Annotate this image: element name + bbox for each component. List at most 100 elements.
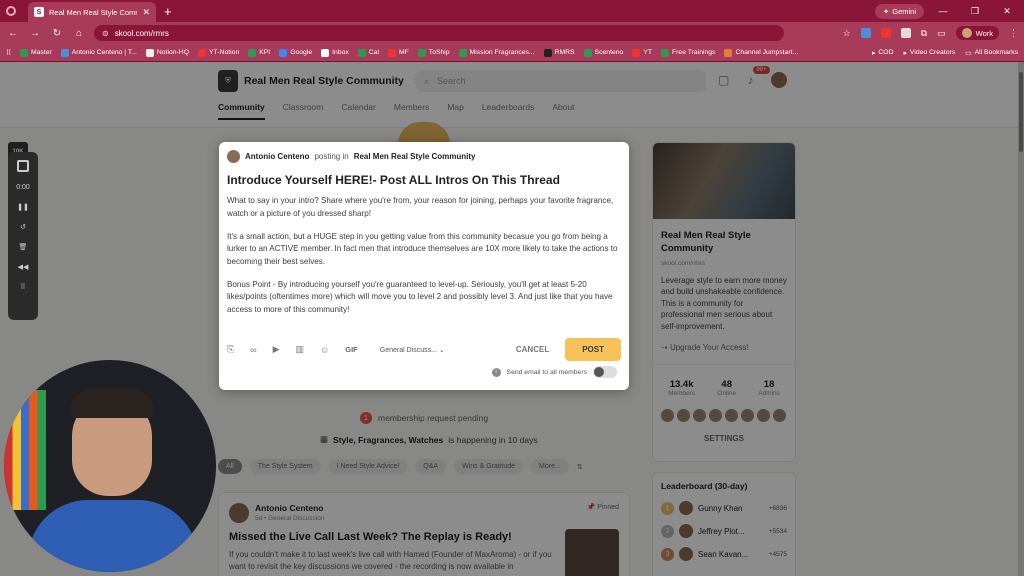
- bookmark-item[interactable]: MF: [387, 48, 409, 57]
- bookmark-favicon-icon: [198, 48, 206, 57]
- bookmark-item[interactable]: Free Trainings: [661, 48, 715, 57]
- gemini-label: Gemini: [892, 6, 916, 16]
- bookmark-favicon-icon: [543, 48, 552, 57]
- info-icon[interactable]: i: [491, 367, 501, 377]
- extension-icon[interactable]: [860, 28, 871, 38]
- link-icon[interactable]: ∞: [250, 345, 256, 355]
- avatar: [961, 28, 972, 38]
- bookmark-item[interactable]: Scenteno: [583, 48, 623, 57]
- home-icon[interactable]: ⌂: [72, 28, 86, 39]
- email-all-toggle[interactable]: [593, 366, 617, 378]
- folder-icon: ▭: [965, 49, 972, 57]
- bookmark-item[interactable]: Inbox: [321, 48, 349, 57]
- browser-tabbar: S Real Men Real Style Comm ✕ + ✦ Gemini —…: [0, 0, 1024, 22]
- skool-favicon-icon: S: [34, 7, 44, 17]
- menu-icon[interactable]: ⋮: [1009, 28, 1018, 39]
- reload-icon[interactable]: ↻: [50, 28, 64, 39]
- post-button[interactable]: POST: [565, 338, 621, 361]
- bookmark-item[interactable]: ▸ Video Creators: [904, 49, 956, 57]
- back-icon[interactable]: ←: [6, 28, 20, 39]
- minimize-icon[interactable]: —: [930, 6, 956, 16]
- bookmark-item[interactable]: ▭ All Bookmarks: [965, 49, 1018, 57]
- bookmark-item[interactable]: RMRS: [543, 48, 575, 57]
- trash-icon[interactable]: 🗑: [19, 243, 28, 251]
- poll-icon[interactable]: ▥: [296, 344, 305, 355]
- post-composer-modal: Antonio Centeno posting in Real Men Real…: [219, 142, 629, 390]
- bookmark-item[interactable]: YT-Notion: [198, 48, 240, 57]
- bookmarks-bar: ⠿ Master Antonio Centeno | T... Notion-HQ Y…: [0, 44, 1024, 62]
- extension-icon[interactable]: [900, 28, 911, 38]
- bookmark-item[interactable]: Notion-HQ: [145, 48, 189, 57]
- cancel-button[interactable]: CANCEL: [516, 345, 549, 354]
- forward-icon[interactable]: →: [28, 28, 42, 39]
- address-bar[interactable]: ⊜ skool.com/rmrs: [94, 25, 784, 41]
- sidepanel-icon[interactable]: ▭: [937, 28, 946, 39]
- bookmark-favicon-icon: [19, 48, 28, 57]
- sparkle-icon: ✦: [882, 6, 890, 16]
- presenter-shirt: [28, 500, 198, 572]
- close-icon[interactable]: ✕: [142, 7, 150, 18]
- grip-icon[interactable]: ⠿: [20, 283, 25, 291]
- bookmark-item[interactable]: YT: [632, 48, 652, 57]
- post-body-paragraph: What to say in your intro? Share where y…: [227, 196, 614, 218]
- bookmark-label: YT-Notion: [209, 49, 240, 56]
- bookmark-label: Inbox: [332, 49, 349, 56]
- rewind-icon[interactable]: ◀◀: [18, 263, 29, 271]
- youtube-icon[interactable]: ▶: [273, 344, 280, 355]
- bookmark-item[interactable]: Master: [19, 48, 52, 57]
- gif-button[interactable]: GIF: [345, 345, 358, 354]
- bookmark-favicon-icon: [387, 48, 396, 57]
- bookmark-item[interactable]: Cal: [357, 48, 379, 57]
- bookmark-item[interactable]: Channel Jumpstart...: [724, 48, 798, 57]
- gemini-button[interactable]: ✦ Gemini: [874, 3, 924, 19]
- emoji-icon[interactable]: ☺: [320, 345, 329, 355]
- post-title-input[interactable]: Introduce Yourself HERE!- Post ALL Intro…: [227, 173, 621, 187]
- bookmark-item[interactable]: Mission Fragrances...: [458, 48, 535, 57]
- stop-icon[interactable]: [17, 160, 29, 172]
- star-icon[interactable]: ☆: [843, 28, 851, 39]
- extension-icon[interactable]: [880, 28, 891, 38]
- bookmark-item[interactable]: ToShip: [417, 48, 450, 57]
- avatar: [227, 150, 240, 163]
- post-body-paragraph: It's a small action, but a HUGE step in …: [227, 231, 618, 266]
- bookmark-label: RMRS: [554, 49, 575, 56]
- site-info-icon[interactable]: ⊜: [102, 29, 109, 38]
- bookmark-label: MF: [398, 49, 409, 56]
- bookmark-item[interactable]: ▸ COD: [872, 49, 894, 57]
- bookmark-label: Notion-HQ: [156, 49, 189, 56]
- bookmark-label: All Bookmarks: [974, 49, 1018, 56]
- bookmark-favicon-icon: [583, 48, 592, 57]
- new-tab-icon[interactable]: +: [164, 4, 172, 19]
- bookmark-favicon-icon: [321, 48, 330, 57]
- bookmark-label: Google: [290, 49, 313, 56]
- pinned-tab[interactable]: [0, 0, 22, 22]
- bookmark-item[interactable]: KPI: [248, 48, 271, 57]
- apps-icon[interactable]: ⠿: [6, 49, 11, 57]
- presenter-hair: [70, 388, 154, 418]
- bookmark-item[interactable]: Google: [279, 48, 313, 57]
- posting-in-text: posting in: [314, 152, 349, 161]
- bookmark-favicon-icon: [417, 48, 426, 57]
- screen-recorder-panel: 0:00 ❚❚ ↺ 🗑 ◀◀ ⠿: [8, 152, 38, 320]
- paperclip-icon[interactable]: ⎘: [227, 344, 234, 355]
- post-body-input[interactable]: What to say in your intro? Share where y…: [227, 195, 621, 316]
- email-all-label: Send email to all members: [506, 368, 587, 376]
- category-value: General Discuss...: [379, 346, 437, 354]
- bookmark-favicon-icon: [724, 48, 733, 57]
- bookmark-favicon-icon: [632, 48, 641, 57]
- bookmark-label: Cal: [368, 49, 379, 56]
- bookmark-label: KPI: [259, 49, 271, 56]
- puzzle-icon[interactable]: ⧉: [921, 28, 927, 39]
- bookmark-favicon-icon: [248, 48, 257, 57]
- restore-icon[interactable]: ❐: [962, 6, 988, 17]
- bookmark-favicon-icon: [279, 48, 288, 57]
- active-tab[interactable]: S Real Men Real Style Comm ✕: [28, 2, 156, 22]
- bookmark-item[interactable]: Antonio Centeno | T...: [60, 48, 137, 57]
- close-window-icon[interactable]: ✕: [994, 6, 1020, 17]
- category-select[interactable]: General Discuss... ⌄: [380, 346, 445, 354]
- url-text: skool.com/rmrs: [114, 28, 169, 38]
- tab-title: Real Men Real Style Comm: [49, 7, 138, 17]
- pause-icon[interactable]: ❚❚: [17, 203, 29, 211]
- profile-button[interactable]: Work: [955, 26, 999, 40]
- restart-icon[interactable]: ↺: [20, 223, 26, 231]
